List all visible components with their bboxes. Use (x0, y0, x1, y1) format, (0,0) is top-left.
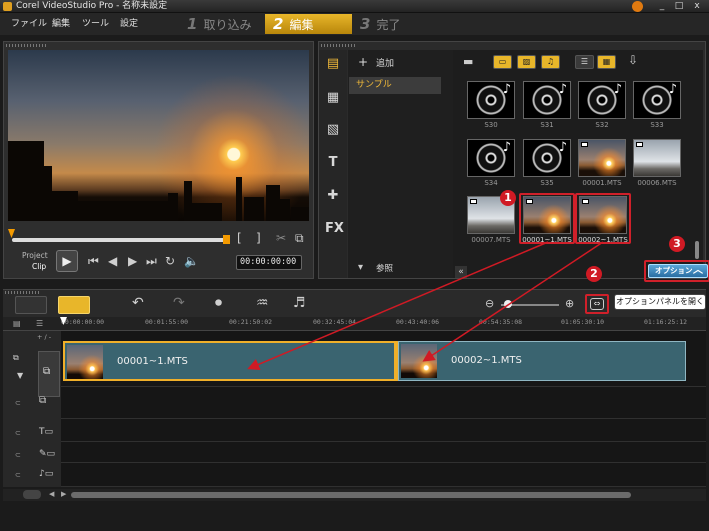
annotation-arrows (247, 241, 604, 371)
arrow-to-clip-2 (422, 241, 604, 362)
arrow-to-clip-1 (247, 241, 549, 371)
